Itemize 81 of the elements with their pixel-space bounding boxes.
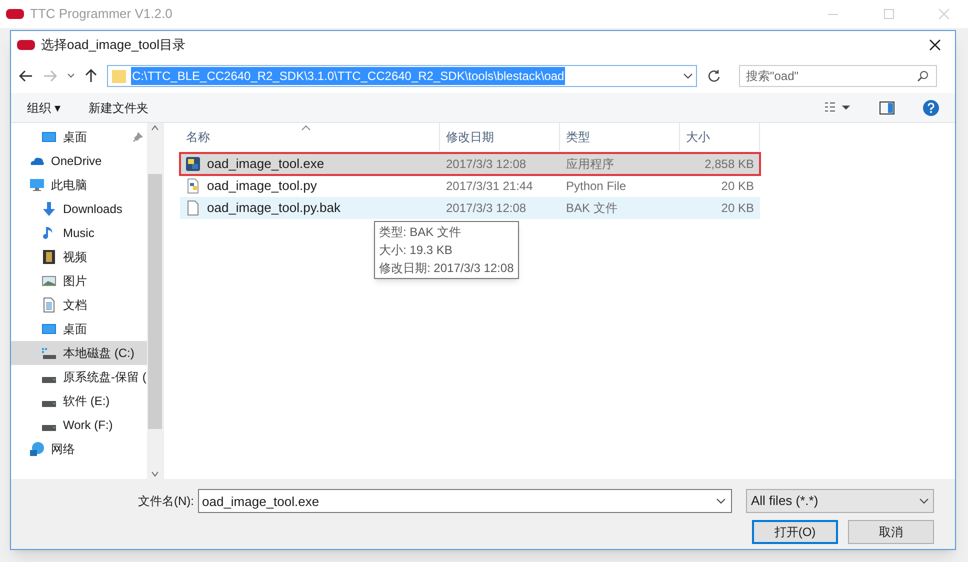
file-name: oad_image_tool.py [207, 177, 317, 196]
nav-item[interactable]: 文档 [11, 293, 147, 317]
nav-item[interactable]: 桌面 [11, 317, 147, 341]
column-header[interactable]: 名称 [180, 123, 440, 151]
monitor-icon [41, 129, 57, 145]
filename-field[interactable]: oad_image_tool.exe [198, 489, 732, 513]
computer-icon [29, 177, 45, 193]
file-type-dropdown[interactable]: All files (*.*) [746, 489, 934, 513]
blank-file-icon [185, 200, 201, 216]
nav-item[interactable]: Work (F:) [11, 413, 147, 437]
search-field[interactable]: 搜索"oad" [739, 65, 937, 87]
file-date: 2017/3/3 12:08 [445, 200, 528, 217]
nav-item[interactable]: 图片 [11, 269, 147, 293]
monitor-icon [41, 321, 57, 337]
cancel-button[interactable]: 取消 [848, 520, 934, 544]
scroll-down-icon[interactable] [151, 471, 159, 477]
file-name: oad_image_tool.exe [207, 155, 324, 174]
drive-icon [41, 401, 57, 407]
file-row[interactable]: oad_image_tool.exe 2017/3/3 12:08 应用程序 2,858 KB [180, 153, 760, 175]
folder-icon [111, 68, 127, 84]
back-arrow-icon[interactable] [19, 70, 33, 82]
organize-button[interactable]: 组织 ▾ [27, 98, 60, 116]
nav-item[interactable]: OneDrive [11, 149, 147, 173]
file-type: 应用程序 [565, 156, 615, 173]
tooltip-line: 大小: 19.3 KB [379, 242, 454, 259]
nav-item[interactable]: 网络 [11, 437, 147, 461]
caret-icon[interactable] [67, 73, 75, 79]
drive-icon [41, 425, 57, 431]
pin-icon[interactable] [133, 132, 143, 142]
open-button[interactable]: 打开(O) [752, 520, 838, 544]
file-row[interactable]: oad_image_tool.py.bak 2017/3/3 12:08 BAK 文件 20 KB [180, 197, 760, 219]
document-icon [41, 297, 57, 313]
dialog-title: 选择oad_image_tool目录 [41, 36, 187, 54]
scroll-up-icon[interactable] [151, 125, 159, 131]
help-icon [923, 100, 939, 116]
drive-icon [41, 345, 57, 361]
file-date: 2017/3/31 21:44 [445, 178, 534, 195]
column-header[interactable]: 类型 [560, 123, 680, 151]
search-icon [917, 70, 929, 82]
nav-item[interactable]: 桌面 [11, 125, 147, 149]
file-type: Python File [565, 178, 628, 195]
nav-item[interactable]: 本地磁盘 (C:) [11, 341, 147, 365]
nav-item[interactable]: 此电脑 [11, 173, 147, 197]
column-header[interactable]: 大小 [680, 123, 760, 151]
up-arrow-icon[interactable] [85, 69, 97, 83]
file-row[interactable]: oad_image_tool.py 2017/3/31 21:44 Python File 20 KB [180, 175, 760, 197]
dropdown-caret-icon [919, 498, 929, 504]
nav-item[interactable]: 原系统盘-保留 ( [11, 365, 147, 389]
tooltip-line: 类型: BAK 文件 [379, 224, 462, 241]
python-file-icon [185, 178, 201, 194]
down-arrow-icon [41, 201, 57, 217]
python-app-icon [185, 156, 201, 172]
window-title: TTC Programmer V1.2.0 [30, 5, 172, 24]
file-type: BAK 文件 [565, 200, 618, 217]
close-icon[interactable] [929, 39, 941, 51]
dropdown-caret-icon[interactable] [716, 498, 726, 504]
film-icon [41, 249, 57, 265]
drive-icon [41, 377, 57, 383]
file-size: 20 KB [720, 200, 755, 217]
app-logo-icon [6, 9, 24, 19]
app-logo-icon [17, 40, 35, 50]
tooltip-line: 修改日期: 2017/3/3 12:08 [379, 260, 514, 277]
file-name: oad_image_tool.py.bak [207, 199, 340, 218]
filename-label: 文件名(N): [138, 493, 194, 510]
nav-item[interactable]: 视频 [11, 245, 147, 269]
new-folder-button[interactable]: 新建文件夹 [88, 98, 148, 116]
globe-icon [29, 441, 45, 457]
file-size: 20 KB [720, 178, 755, 195]
column-header[interactable]: 修改日期 [440, 123, 560, 151]
view-options-icon [825, 102, 851, 114]
file-size: 2,858 KB [704, 156, 755, 173]
preview-pane-icon [879, 100, 895, 116]
nav-item[interactable]: 软件 (E:) [11, 389, 147, 413]
picture-icon [41, 273, 57, 289]
dropdown-caret-icon[interactable] [683, 73, 693, 79]
nav-item[interactable]: Music [11, 221, 147, 245]
nav-item[interactable]: Downloads [11, 197, 147, 221]
refresh-icon[interactable] [707, 69, 721, 83]
scrollbar[interactable] [147, 123, 163, 479]
file-date: 2017/3/3 12:08 [445, 156, 528, 173]
scrollbar-thumb[interactable] [148, 174, 162, 428]
